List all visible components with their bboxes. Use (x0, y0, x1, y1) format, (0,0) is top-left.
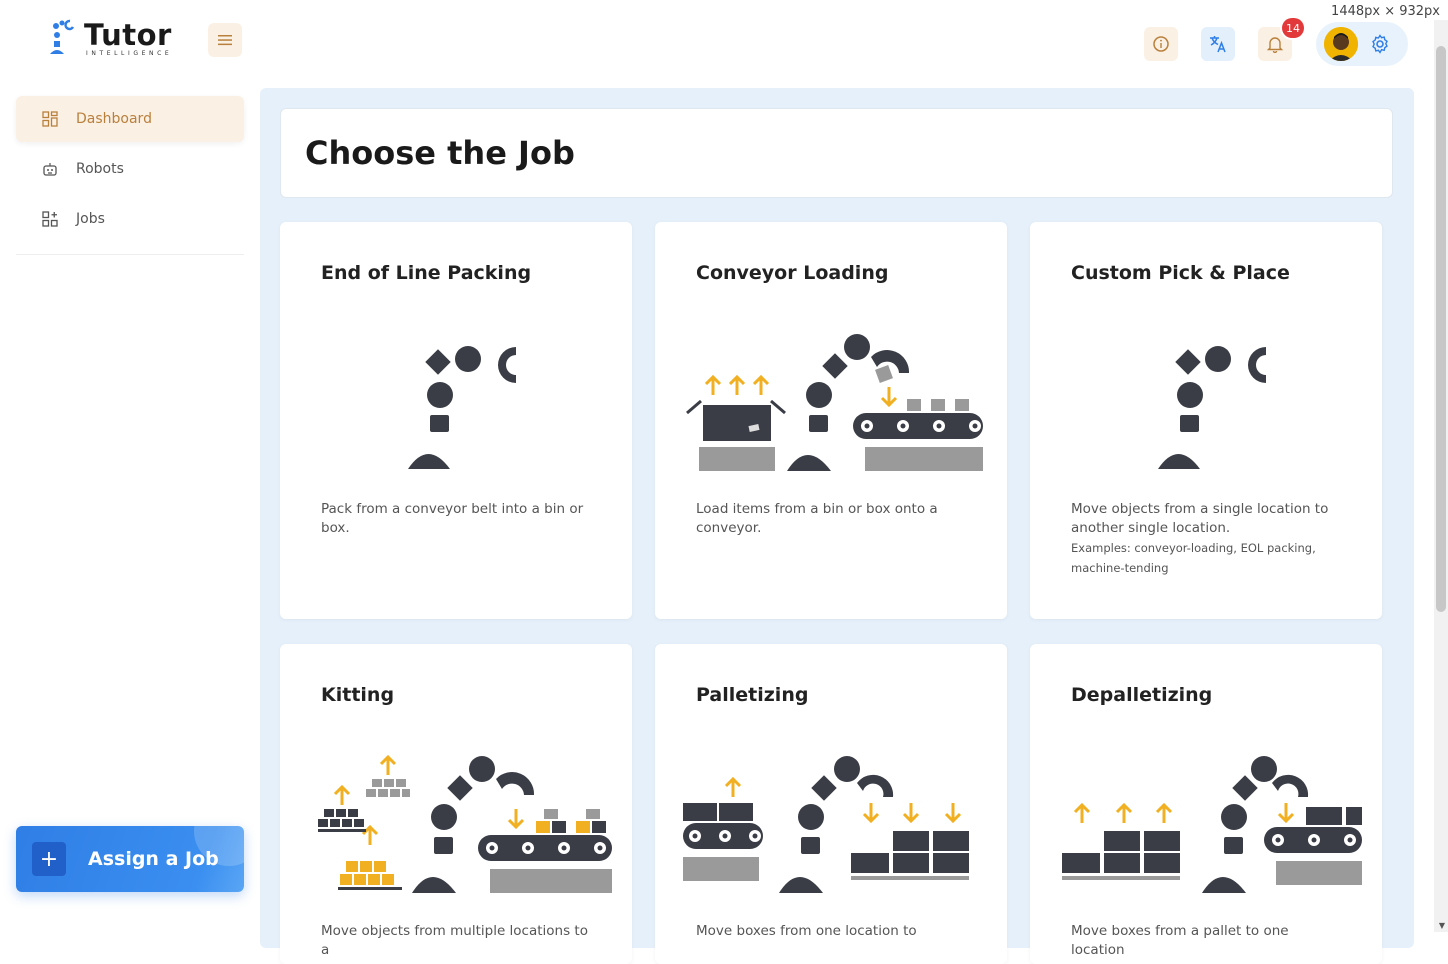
top-bar: Tutor INTELLIGENCE 14 (0, 0, 1448, 84)
robot-icon (42, 161, 58, 177)
kitting-illustration (318, 754, 612, 893)
assign-job-label: Assign a Job (88, 848, 219, 870)
sidebar-item-label: Robots (76, 161, 124, 177)
sidebar-item-label: Jobs (76, 211, 105, 227)
profile-menu[interactable] (1316, 22, 1408, 66)
logo-mark-icon (48, 18, 78, 58)
gear-icon[interactable] (1370, 34, 1390, 54)
translate-button[interactable] (1201, 27, 1235, 61)
job-description: Load items from a bin or box onto a conv… (696, 501, 938, 536)
job-card-depalletizing[interactable]: Depalletizing Move boxes from a pallet t… (1030, 644, 1382, 964)
job-examples: Examples: conveyor-loading, EOL packing,… (1071, 541, 1316, 575)
page-scrollbar[interactable]: ▼ (1434, 20, 1448, 932)
robot-arm-illustration (408, 346, 516, 469)
job-description: Pack from a conveyor belt into a bin or … (321, 501, 584, 536)
robot-arm-illustration (1158, 346, 1266, 469)
job-title: Conveyor Loading (696, 262, 889, 284)
sidebar: Dashboard Robots Jobs (16, 96, 244, 255)
job-card-kitting[interactable]: Kitting Move objects from multiple locat… (280, 644, 632, 964)
job-title: Palletizing (696, 684, 809, 706)
bell-icon (1266, 37, 1284, 53)
notification-badge: 14 (1282, 18, 1304, 38)
job-card-end-of-line-packing[interactable]: End of Line Packing Pack from a conveyor… (280, 222, 632, 619)
main-content: Choose the Job End of Line Packing Pack … (260, 88, 1414, 964)
top-actions: 14 (1121, 18, 1408, 66)
dashboard-icon (42, 111, 58, 127)
sidebar-item-dashboard[interactable]: Dashboard (16, 96, 244, 142)
menu-toggle-button[interactable] (208, 23, 242, 57)
assign-job-button[interactable]: + Assign a Job (16, 826, 244, 892)
palletizing-illustration (683, 756, 969, 893)
size-label: 1448px × 932px (1329, 4, 1442, 19)
job-card-conveyor-loading[interactable]: Conveyor Loading Load items from a bin o… (655, 222, 1007, 619)
scroll-down-icon[interactable]: ▼ (1439, 921, 1445, 930)
info-icon (1153, 36, 1169, 52)
page-title-card: Choose the Job (280, 108, 1393, 198)
page-title: Choose the Job (305, 134, 575, 172)
job-title: Custom Pick & Place (1071, 262, 1290, 284)
job-title: Depalletizing (1071, 684, 1213, 706)
sidebar-item-label: Dashboard (76, 111, 152, 127)
avatar[interactable] (1324, 27, 1358, 61)
hamburger-icon (218, 35, 232, 46)
job-description: Move objects from multiple locations to … (321, 923, 588, 958)
job-card-custom-pick-place[interactable]: Custom Pick & Place Move objects from a … (1030, 222, 1382, 619)
jobs-icon (42, 211, 58, 227)
depalletizing-illustration (1062, 756, 1362, 893)
notifications-button[interactable]: 14 (1258, 18, 1304, 61)
sidebar-divider (16, 254, 244, 255)
scrollbar-thumb[interactable] (1436, 46, 1446, 612)
job-title: End of Line Packing (321, 262, 532, 284)
translate-icon (1210, 36, 1226, 53)
job-card-palletizing[interactable]: Palletizing Move boxes from one location… (655, 644, 1007, 964)
logo[interactable]: Tutor INTELLIGENCE (48, 18, 172, 58)
sidebar-item-robots[interactable]: Robots (16, 146, 244, 192)
info-button[interactable] (1144, 27, 1178, 61)
brand-tagline: INTELLIGENCE (86, 49, 173, 57)
job-title: Kitting (321, 684, 395, 706)
sidebar-item-jobs[interactable]: Jobs (16, 196, 244, 242)
conveyor-loading-illustration (686, 334, 983, 471)
plus-icon: + (32, 842, 66, 876)
job-description: Move objects from a single location to a… (1071, 501, 1329, 536)
brand-name: Tutor (84, 17, 172, 52)
job-description: Move boxes from a pallet to one location (1071, 923, 1289, 958)
